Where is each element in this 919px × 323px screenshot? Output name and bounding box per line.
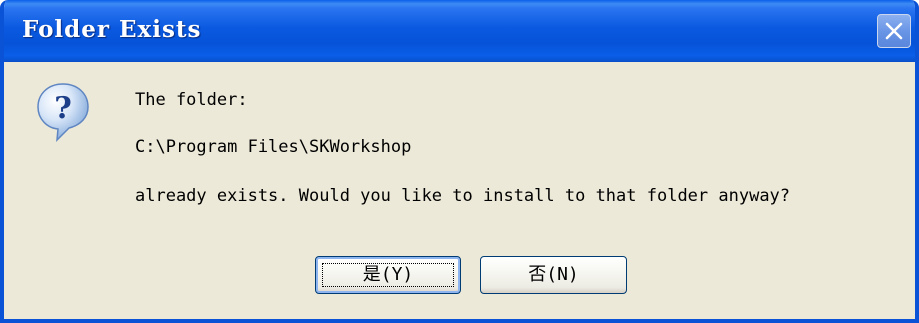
no-button-label: 否(N) bbox=[528, 264, 579, 285]
yes-button-label: 是(Y) bbox=[362, 264, 414, 285]
no-button[interactable]: 否(N) bbox=[480, 256, 627, 294]
dialog-content: ? The folder: C:\Program Files\SKWorksho… bbox=[4, 62, 915, 319]
dialog-title: Folder Exists bbox=[22, 16, 202, 43]
yes-button[interactable]: 是(Y) bbox=[315, 256, 461, 294]
message-line-1: The folder: bbox=[135, 90, 248, 110]
folder-path: C:\Program Files\SKWorkshop bbox=[135, 137, 412, 157]
title-bar[interactable]: Folder Exists bbox=[4, 0, 915, 62]
question-icon: ? bbox=[37, 83, 89, 142]
svg-text:?: ? bbox=[54, 91, 72, 126]
close-icon bbox=[885, 22, 903, 40]
close-button[interactable] bbox=[877, 14, 911, 48]
folder-exists-dialog: Folder Exists ? The folder: C:\Program F… bbox=[0, 0, 919, 323]
message-line-3: already exists. Would you like to instal… bbox=[135, 186, 791, 206]
